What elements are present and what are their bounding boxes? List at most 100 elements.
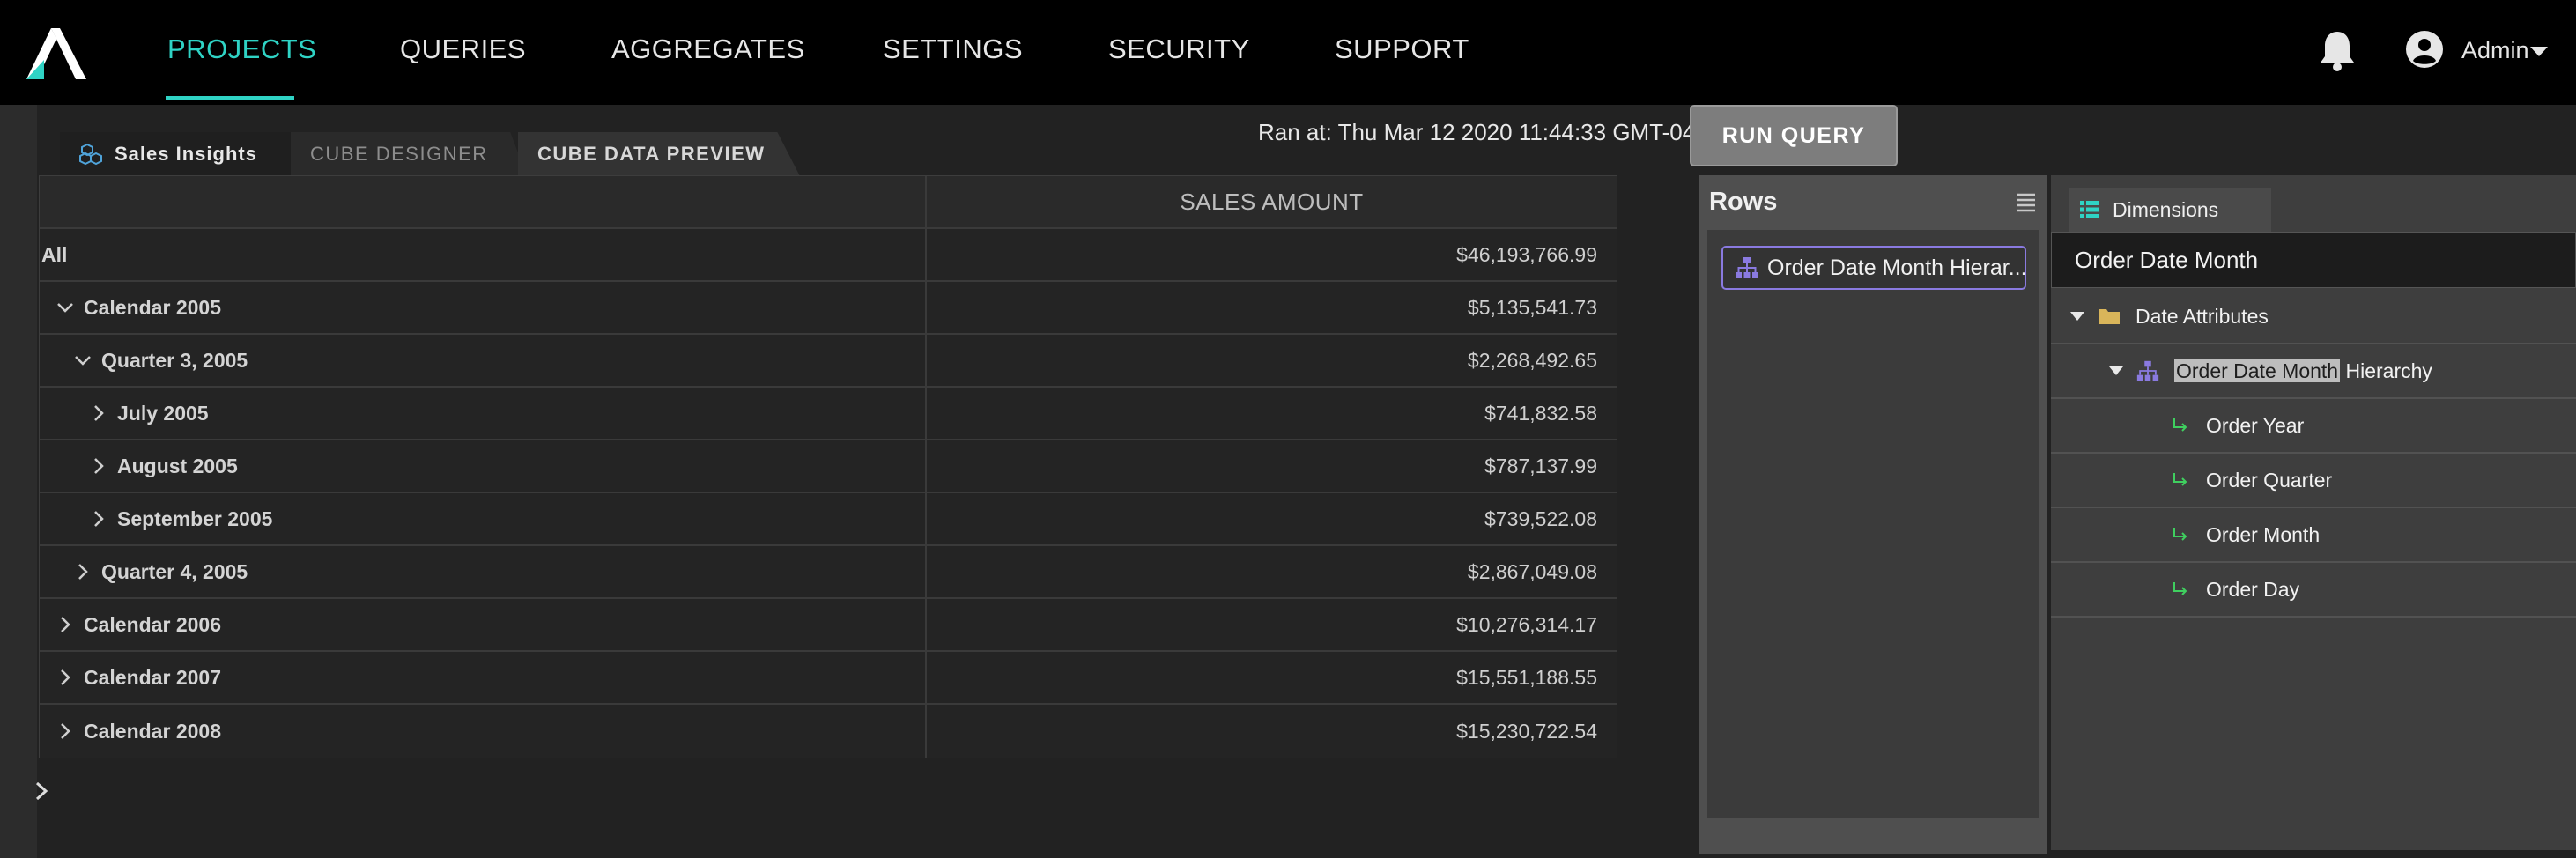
row-member-cell[interactable]: September 2005 [40, 493, 927, 544]
hierarchy-icon [1736, 257, 1758, 278]
tree-hierarchy-label: Order Date Month Hierarchy [2174, 359, 2432, 383]
row-member-label: July 2005 [117, 401, 209, 425]
collapse-caret-icon[interactable] [2070, 312, 2084, 321]
sales-amount-cell: $739,522.08 [1484, 507, 1597, 530]
left-collapsed-sidebar [0, 105, 37, 858]
level-arrow-icon [2173, 528, 2187, 541]
level-arrow-icon [2173, 418, 2187, 432]
tree-level-label: Order Quarter [2206, 468, 2333, 492]
chevron-right-icon[interactable] [56, 615, 75, 634]
row-member-cell[interactable]: Quarter 4, 2005 [40, 546, 927, 597]
tree-level-item[interactable]: Order Quarter [2051, 454, 2576, 508]
table-row[interactable]: Quarter 4, 2005 $2,867,049.08 [40, 546, 1617, 599]
row-member-cell[interactable]: Calendar 2007 [40, 652, 927, 703]
tree-level-label: Order Day [2206, 577, 2300, 601]
table-row[interactable]: Calendar 2006 $10,276,314.17 [40, 599, 1617, 652]
table-row[interactable]: September 2005 $739,522.08 [40, 493, 1617, 546]
nav-support[interactable]: SUPPORT [1335, 33, 1469, 65]
tree-level-label: Order Year [2206, 413, 2305, 437]
row-member-cell[interactable]: Quarter 3, 2005 [40, 335, 927, 386]
folder-icon [2099, 309, 2120, 324]
row-member-label: Calendar 2006 [84, 612, 221, 636]
table-list-icon [2080, 201, 2099, 218]
chevron-right-icon[interactable] [56, 721, 75, 741]
chevron-right-icon[interactable] [89, 403, 108, 423]
run-query-button[interactable]: RUN QUERY [1690, 105, 1898, 166]
table-row[interactable]: Calendar 2007 $15,551,188.55 [40, 652, 1617, 705]
row-member-label: Calendar 2008 [84, 719, 221, 743]
rows-menu-icon[interactable] [2016, 191, 2037, 212]
row-member-cell[interactable]: July 2005 [40, 388, 927, 439]
row-member-label: Calendar 2007 [84, 665, 221, 689]
tree-folder-date-attributes[interactable]: Date Attributes [2051, 290, 2576, 344]
expand-sidebar-chevron-icon[interactable] [33, 780, 49, 803]
row-member-label: Quarter 3, 2005 [101, 348, 248, 372]
rows-hierarchy-chip-label: Order Date Month Hierar... [1767, 255, 2026, 280]
chevron-right-icon[interactable] [56, 668, 75, 687]
dimensions-tab-label: Dimensions [2113, 197, 2219, 221]
row-member-label: August 2005 [117, 454, 238, 477]
hierarchy-icon [2136, 360, 2159, 381]
chevron-right-icon[interactable] [89, 456, 108, 476]
table-row[interactable]: August 2005 $787,137.99 [40, 440, 1617, 493]
table-row[interactable]: All $46,193,766.99 [40, 229, 1617, 282]
level-arrow-icon [2173, 473, 2187, 486]
row-member-cell[interactable]: Calendar 2005 [40, 282, 927, 333]
tree-level-item[interactable]: Order Month [2051, 508, 2576, 563]
row-member-cell[interactable]: August 2005 [40, 440, 927, 492]
dimension-tree: Date Attributes Order Date Month Hierarc… [2051, 290, 2576, 618]
chevron-down-icon[interactable] [56, 298, 75, 317]
app-logo-icon[interactable] [25, 26, 88, 81]
rows-drop-zone[interactable]: Order Date Month Hierar... [1707, 230, 2039, 818]
dimensions-tab[interactable]: Dimensions [2069, 188, 2271, 232]
search-match-highlight: Order Date Month [2174, 359, 2341, 382]
sales-amount-cell: $2,867,049.08 [1467, 559, 1597, 583]
notification-bell-icon[interactable] [2317, 28, 2358, 72]
nav-aggregates[interactable]: AGGREGATES [611, 33, 805, 65]
rows-drop-panel: Rows Order Date Month Hierar... [1699, 175, 2047, 854]
user-avatar-icon[interactable] [2405, 30, 2444, 69]
row-member-label: September 2005 [117, 507, 273, 530]
table-row[interactable]: Calendar 2008 $15,230,722.54 [40, 705, 1617, 758]
tree-level-item[interactable]: Order Year [2051, 399, 2576, 454]
table-row[interactable]: Calendar 2005 $5,135,541.73 [40, 282, 1617, 335]
collapse-caret-icon[interactable] [2109, 366, 2123, 375]
row-member-cell[interactable]: Calendar 2006 [40, 599, 927, 650]
table-row[interactable]: Quarter 3, 2005 $2,268,492.65 [40, 335, 1617, 388]
tab-cube-designer[interactable]: CUBE DESIGNER [291, 132, 527, 176]
cube-icon [79, 143, 102, 166]
tree-levels: Order Year Order Quarter Order Month Order … [2051, 399, 2576, 618]
table-body: All $46,193,766.99 Calendar 2005 $5,135,541… [40, 229, 1617, 758]
dimensions-panel: Dimensions Order Date Month Date Attribu… [2051, 175, 2576, 850]
row-member-cell[interactable]: Calendar 2008 [40, 705, 927, 758]
user-name-label[interactable]: Admin [2461, 37, 2529, 64]
nav-security[interactable]: SECURITY [1108, 33, 1250, 65]
sales-amount-cell: $5,135,541.73 [1467, 295, 1597, 319]
row-member-label: Quarter 4, 2005 [101, 559, 248, 583]
chevron-right-icon[interactable] [73, 562, 93, 581]
table-row[interactable]: July 2005 $741,832.58 [40, 388, 1617, 440]
tab-sales-insights[interactable]: Sales Insights [60, 132, 298, 176]
sales-amount-cell: $741,832.58 [1484, 401, 1597, 425]
dimension-search-input[interactable]: Order Date Month [2051, 232, 2576, 288]
chevron-right-icon[interactable] [89, 509, 108, 529]
nav-projects[interactable]: PROJECTS [167, 33, 316, 65]
user-menu-caret-icon[interactable] [2530, 47, 2548, 56]
rows-hierarchy-chip[interactable]: Order Date Month Hierar... [1721, 246, 2026, 290]
level-arrow-icon [2173, 582, 2187, 595]
cube-preview-table: SALES AMOUNT All $46,193,766.99 Calendar 2… [39, 175, 1617, 758]
tree-level-item[interactable]: Order Day [2051, 563, 2576, 618]
nav-settings[interactable]: SETTINGS [883, 33, 1023, 65]
sales-amount-cell: $787,137.99 [1484, 454, 1597, 477]
row-header-cell [40, 176, 927, 227]
tab-cube-data-preview[interactable]: CUBE DATA PREVIEW [518, 132, 800, 176]
chevron-down-icon[interactable] [73, 351, 93, 370]
tree-hierarchy-order-date-month[interactable]: Order Date Month Hierarchy [2051, 344, 2576, 399]
tree-hierarchy-label-rest: Hierarchy [2340, 359, 2432, 382]
query-run-timestamp: Ran at: Thu Mar 12 2020 11:44:33 GMT-040… [1258, 119, 1721, 145]
tab-sales-insights-label: Sales Insights [115, 143, 257, 165]
row-member-cell[interactable]: All [40, 229, 927, 280]
nav-queries[interactable]: QUERIES [400, 33, 526, 65]
sales-amount-column-header[interactable]: SALES AMOUNT [927, 176, 1617, 227]
tab-cube-data-preview-label: CUBE DATA PREVIEW [537, 143, 766, 165]
